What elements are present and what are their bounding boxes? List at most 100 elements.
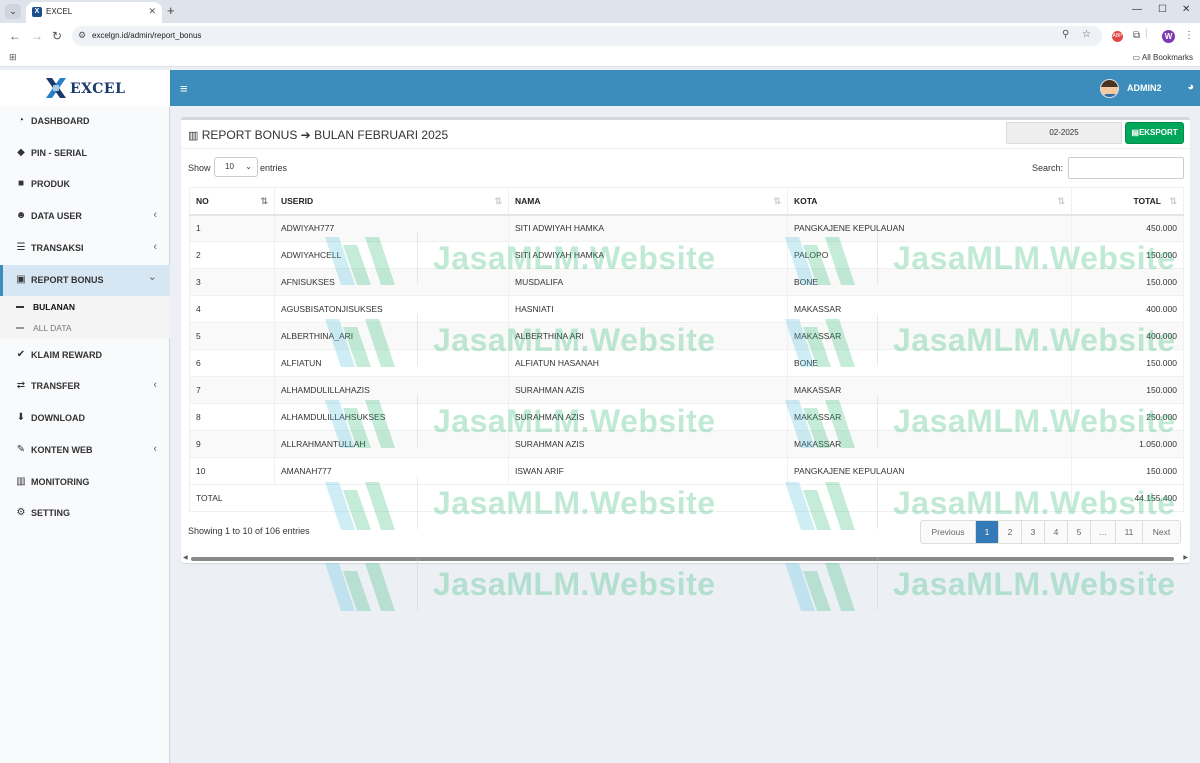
submenu-item-all-data[interactable]: ALL DATA: [0, 317, 170, 338]
site-info-icon[interactable]: ⚙: [78, 30, 86, 41]
sidebar-item-pin-serial[interactable]: ◆ PIN - SERIAL: [0, 138, 170, 169]
scrollbar-thumb[interactable]: [191, 557, 1174, 561]
cogs-icon: ⚙: [16, 507, 26, 518]
report-bonus-submenu: BULANAN ALL DATA: [0, 296, 170, 338]
sidebar-item-download[interactable]: ⬇ DOWNLOAD: [0, 403, 170, 434]
column-header-userid[interactable]: USERID ⇅: [274, 187, 509, 216]
cell-userid: ALHAMDULILLAHAZIS: [274, 376, 509, 404]
cell-total: 150.000: [1071, 457, 1184, 485]
sidebar-item-label: PRODUK: [31, 179, 71, 189]
page-3-button[interactable]: 3: [1022, 521, 1045, 543]
table-footer-row: TOTAL 44.155.400: [189, 484, 1184, 512]
sidebar-item-konten-web[interactable]: ✎ KONTEN WEB ‹: [0, 435, 170, 466]
table-info: Showing 1 to 10 of 106 entries: [188, 526, 310, 536]
export-button[interactable]: ▤EKSPORT: [1125, 122, 1184, 144]
entries-label: entries: [260, 163, 288, 173]
cell-userid: ADWIYAH777: [274, 214, 509, 242]
column-header-total[interactable]: TOTAL ⇅: [1071, 187, 1184, 216]
box-header: ▥ REPORT BONUS ➔ BULAN FEBRUARI 2025 02-…: [181, 120, 1190, 149]
url-field[interactable]: ⚙ excelgn.id/admin/report_bonus ⚲ ☆: [72, 26, 1102, 46]
profile-avatar[interactable]: W: [1162, 30, 1175, 43]
sidebar-item-dashboard[interactable]: ◔ DASHBOARD: [0, 106, 170, 137]
cell-no: 8: [189, 403, 275, 431]
page-1-button[interactable]: 1: [976, 521, 999, 543]
new-tab-icon[interactable]: +: [167, 3, 175, 18]
back-icon[interactable]: ←: [9, 29, 21, 43]
cell-no: 5: [189, 322, 275, 350]
sidebar-item-transfer[interactable]: ⇄ TRANSFER ‹: [0, 371, 170, 402]
cell-total: 450.000: [1071, 214, 1184, 242]
sidebar-item-produk[interactable]: ■ PRODUK: [0, 169, 170, 200]
minimize-icon[interactable]: —: [1132, 4, 1142, 15]
cell-total: 150.000: [1071, 241, 1184, 269]
cell-nama: SITI ADWIYAH HAMKA: [508, 241, 788, 269]
menu-kebab-icon[interactable]: ⋮: [1184, 30, 1194, 41]
forward-icon[interactable]: →: [31, 29, 43, 43]
cell-userid: ALFIATUN: [274, 349, 509, 377]
user-name[interactable]: ADMIN2: [1127, 83, 1162, 93]
arrow-right-icon: ➔: [300, 128, 311, 142]
page-next-button[interactable]: Next: [1143, 521, 1180, 543]
column-header-nama[interactable]: NAMA ⇅: [508, 187, 788, 216]
cell-userid: ADWIYAHCELL: [274, 241, 509, 269]
app-logo[interactable]: EXCEL: [0, 70, 170, 106]
cell-userid: ALHAMDULILLAHSUKSES: [274, 403, 509, 431]
tab-search-button[interactable]: ⌄: [5, 4, 21, 19]
column-header-kota[interactable]: KOTA ⇅: [787, 187, 1072, 216]
globe-icon[interactable]: ◕: [1187, 81, 1194, 93]
column-label: NAMA: [515, 195, 541, 206]
page-2-button[interactable]: 2: [999, 521, 1022, 543]
horizontal-scrollbar[interactable]: ◀ ▶: [181, 554, 1190, 563]
length-value: 10: [225, 162, 234, 171]
month-picker-input[interactable]: 02-2025: [1006, 122, 1122, 144]
page-4-button[interactable]: 4: [1045, 521, 1068, 543]
table-row: 4 AGUSBISATONJISUKSES HASNIATI MAKASSAR 400.…: [189, 295, 1184, 323]
exchange-icon: ⇄: [16, 380, 26, 391]
close-window-icon[interactable]: ✕: [1182, 4, 1190, 15]
sidebar-item-label: TRANSAKSI: [31, 243, 84, 253]
bookmark-star-icon[interactable]: ☆: [1082, 29, 1091, 40]
sidebar-item-report-bonus[interactable]: ▣ REPORT BONUS ⌄: [0, 265, 170, 296]
table-row: 9 ALLRAHMANTULLAH SURAHMAN AZIS MAKASSAR 1.0…: [189, 430, 1184, 458]
sidebar-item-data-user[interactable]: ☻ DATA USER ‹: [0, 201, 170, 232]
sidebar-item-setting[interactable]: ⚙ SETTING: [0, 498, 170, 529]
sidebar-item-transaksi[interactable]: ☰ TRANSAKSI ‹: [0, 233, 170, 264]
entries-length-select[interactable]: 10 ⌄: [214, 157, 258, 177]
sidebar-item-label: DASHBOARD: [31, 116, 90, 126]
column-header-no[interactable]: NO ⇅: [189, 187, 275, 216]
extensions-icon[interactable]: ⧉: [1133, 30, 1140, 41]
cell-userid: AMANAH777: [274, 457, 509, 485]
sidebar-item-label: DATA USER: [31, 211, 82, 221]
column-label: USERID: [281, 195, 314, 206]
adblock-extension-icon[interactable]: ABP: [1112, 31, 1123, 42]
sidebar-item-klaim-reward[interactable]: ✔ KLAIM REWARD: [0, 340, 170, 371]
submenu-item-bulanan[interactable]: BULANAN: [0, 296, 170, 317]
title-text: REPORT BONUS: [201, 128, 298, 142]
sort-icon: ⇅: [494, 196, 502, 206]
cell-kota: PANGKAJENE KEPULAUAN: [787, 214, 1072, 242]
column-label: NO: [196, 195, 209, 206]
browser-tab[interactable]: X EXCEL ✕: [26, 2, 162, 23]
cell-no: 3: [189, 268, 275, 296]
column-label: TOTAL: [1133, 195, 1161, 206]
watermark-logo-icon: [785, 563, 855, 611]
page-5-button[interactable]: 5: [1068, 521, 1091, 543]
scroll-right-icon[interactable]: ▶: [1183, 554, 1188, 561]
sidebar-toggle-icon[interactable]: ≡: [180, 81, 188, 96]
user-avatar[interactable]: [1100, 79, 1119, 98]
footer-total-value: 44.155.400: [1071, 484, 1184, 512]
search-input[interactable]: [1068, 157, 1184, 179]
all-bookmarks-label: All Bookmarks: [1141, 53, 1193, 62]
scroll-left-icon[interactable]: ◀: [183, 554, 188, 561]
close-tab-icon[interactable]: ✕: [148, 6, 156, 17]
sidebar-item-monitoring[interactable]: ▥ MONITORING: [0, 467, 170, 498]
apps-grid-icon[interactable]: ⊞: [9, 52, 17, 63]
page-11-button[interactable]: 11: [1116, 521, 1143, 543]
maximize-icon[interactable]: ☐: [1158, 4, 1167, 15]
zoom-icon[interactable]: ⚲: [1062, 29, 1069, 40]
cell-no: 1: [189, 214, 275, 242]
all-bookmarks[interactable]: ▭ All Bookmarks: [1133, 53, 1193, 62]
bullet-icon: [16, 306, 24, 308]
page-previous-button[interactable]: Previous: [921, 521, 976, 543]
reload-icon[interactable]: ↻: [52, 29, 62, 43]
